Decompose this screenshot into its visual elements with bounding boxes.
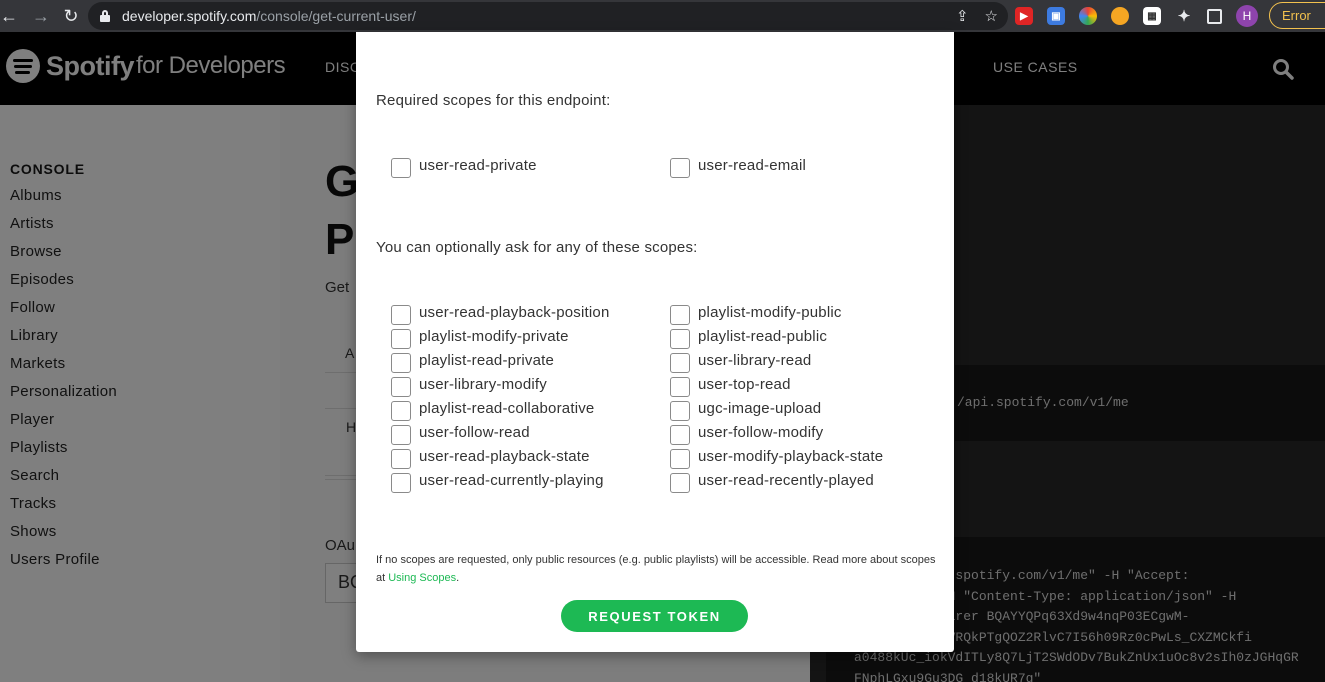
checkbox[interactable] <box>670 305 690 325</box>
scope-user-read-private[interactable]: user-read-private <box>391 154 537 178</box>
scope-label: playlist-modify-public <box>698 303 842 321</box>
scope-label: user-top-read <box>698 375 791 393</box>
checkbox[interactable] <box>391 401 411 421</box>
checkbox[interactable] <box>670 377 690 397</box>
scope-label: playlist-modify-private <box>419 327 569 345</box>
scopes-footnote: If no scopes are requested, only public … <box>376 551 941 587</box>
error-status-pill[interactable]: Error <box>1269 2 1325 29</box>
scope-playlist-modify-private[interactable]: playlist-modify-private <box>391 325 569 349</box>
scope-user-top-read[interactable]: user-top-read <box>670 373 791 397</box>
extension-board-icon[interactable]: ▦ <box>1143 7 1161 25</box>
side-panel-icon[interactable] <box>1207 8 1222 24</box>
scope-label: user-read-playback-state <box>419 447 590 465</box>
extension-orange-icon[interactable] <box>1111 7 1129 25</box>
checkbox[interactable] <box>670 158 690 178</box>
checkbox[interactable] <box>670 473 690 493</box>
scope-user-read-currently-playing[interactable]: user-read-currently-playing <box>391 469 604 493</box>
back-icon[interactable]: ← <box>0 1 18 31</box>
extension-color-wheel-icon[interactable] <box>1079 7 1097 25</box>
scope-label: playlist-read-public <box>698 327 828 345</box>
scope-user-library-modify[interactable]: user-library-modify <box>391 373 547 397</box>
share-icon[interactable]: ⇪ <box>956 7 969 25</box>
scope-label: user-modify-playback-state <box>698 447 884 465</box>
profile-avatar[interactable]: H <box>1236 5 1258 27</box>
checkbox[interactable] <box>670 449 690 469</box>
checkbox[interactable] <box>670 401 690 421</box>
checkbox[interactable] <box>670 425 690 445</box>
scope-label: user-follow-read <box>419 423 530 441</box>
scopes-modal: Required scopes for this endpoint: user-… <box>356 32 954 652</box>
checkbox[interactable] <box>391 377 411 397</box>
scope-label: user-follow-modify <box>698 423 824 441</box>
optional-scopes-heading: You can optionally ask for any of these … <box>376 239 698 256</box>
scope-label: playlist-read-collaborative <box>419 399 595 417</box>
checkbox[interactable] <box>670 329 690 349</box>
browser-toolbar: ← → ↻ developer.spotify.com/console/get-… <box>0 0 1325 32</box>
forward-icon[interactable]: → <box>26 1 56 31</box>
scope-playlist-modify-public[interactable]: playlist-modify-public <box>670 301 842 325</box>
bookmark-star-icon[interactable]: ☆ <box>985 7 998 25</box>
footnote-text: If no scopes are requested, only public … <box>376 554 936 584</box>
checkbox[interactable] <box>391 305 411 325</box>
scope-user-library-read[interactable]: user-library-read <box>670 349 812 373</box>
scope-user-read-playback-position[interactable]: user-read-playback-position <box>391 301 610 325</box>
scope-label: user-library-modify <box>419 375 547 393</box>
request-token-button[interactable]: REQUEST TOKEN <box>561 600 748 632</box>
lock-icon[interactable] <box>100 10 110 22</box>
scope-user-read-email[interactable]: user-read-email <box>670 154 807 178</box>
checkbox[interactable] <box>391 425 411 445</box>
scope-user-modify-playback-state[interactable]: user-modify-playback-state <box>670 445 884 469</box>
scope-ugc-image-upload[interactable]: ugc-image-upload <box>670 397 822 421</box>
url-text[interactable]: developer.spotify.com/console/get-curren… <box>122 8 416 24</box>
scope-playlist-read-private[interactable]: playlist-read-private <box>391 349 555 373</box>
scope-label: user-read-email <box>698 156 807 174</box>
extension-video-icon[interactable]: ▶ <box>1015 7 1033 25</box>
scope-playlist-read-public[interactable]: playlist-read-public <box>670 325 828 349</box>
checkbox[interactable] <box>391 449 411 469</box>
scope-label: playlist-read-private <box>419 351 555 369</box>
scope-user-follow-read[interactable]: user-follow-read <box>391 421 530 445</box>
using-scopes-link[interactable]: Using Scopes <box>388 572 456 584</box>
footnote-end: . <box>456 572 460 584</box>
checkbox[interactable] <box>391 158 411 178</box>
scope-label: user-read-private <box>419 156 537 174</box>
scope-user-read-playback-state[interactable]: user-read-playback-state <box>391 445 590 469</box>
required-scopes-heading: Required scopes for this endpoint: <box>376 92 611 109</box>
checkbox[interactable] <box>391 353 411 373</box>
scope-playlist-read-collaborative[interactable]: playlist-read-collaborative <box>391 397 595 421</box>
checkbox[interactable] <box>391 329 411 349</box>
scope-label: user-read-recently-played <box>698 471 874 489</box>
checkbox[interactable] <box>391 473 411 493</box>
reload-icon[interactable]: ↻ <box>56 1 86 31</box>
checkbox[interactable] <box>670 353 690 373</box>
scope-label: user-read-playback-position <box>419 303 610 321</box>
scope-user-follow-modify[interactable]: user-follow-modify <box>670 421 824 445</box>
extensions-puzzle-icon[interactable]: ✦ <box>1175 7 1193 25</box>
extension-screen-icon[interactable]: ▣ <box>1047 7 1065 25</box>
scope-label: user-library-read <box>698 351 812 369</box>
scope-user-read-recently-played[interactable]: user-read-recently-played <box>670 469 874 493</box>
address-bar[interactable]: developer.spotify.com/console/get-curren… <box>88 2 1008 30</box>
scope-label: ugc-image-upload <box>698 399 822 417</box>
scope-label: user-read-currently-playing <box>419 471 604 489</box>
